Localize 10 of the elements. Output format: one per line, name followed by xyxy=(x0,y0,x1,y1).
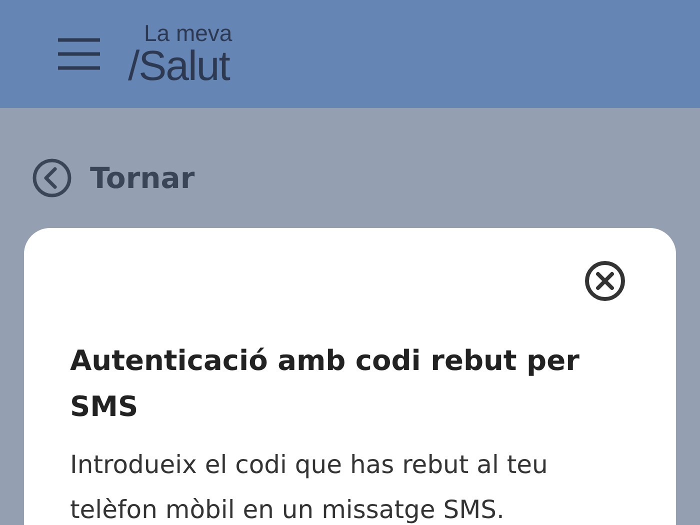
dialog-text: Introdueix el codi que has rebut al teu telèfon mòbil en un missatge SMS. xyxy=(70,449,549,525)
close-icon xyxy=(584,260,626,302)
logo-text: /Salut xyxy=(128,44,232,86)
close-button[interactable] xyxy=(584,260,626,302)
back-link[interactable]: Tornar xyxy=(32,158,195,198)
menu-icon xyxy=(56,37,102,71)
menu-button[interactable] xyxy=(56,37,102,71)
logo-text: La meva xyxy=(143,22,232,44)
back-icon xyxy=(32,158,72,198)
dialog-title: Autenticació amb codi rebut per SMS xyxy=(70,343,580,425)
